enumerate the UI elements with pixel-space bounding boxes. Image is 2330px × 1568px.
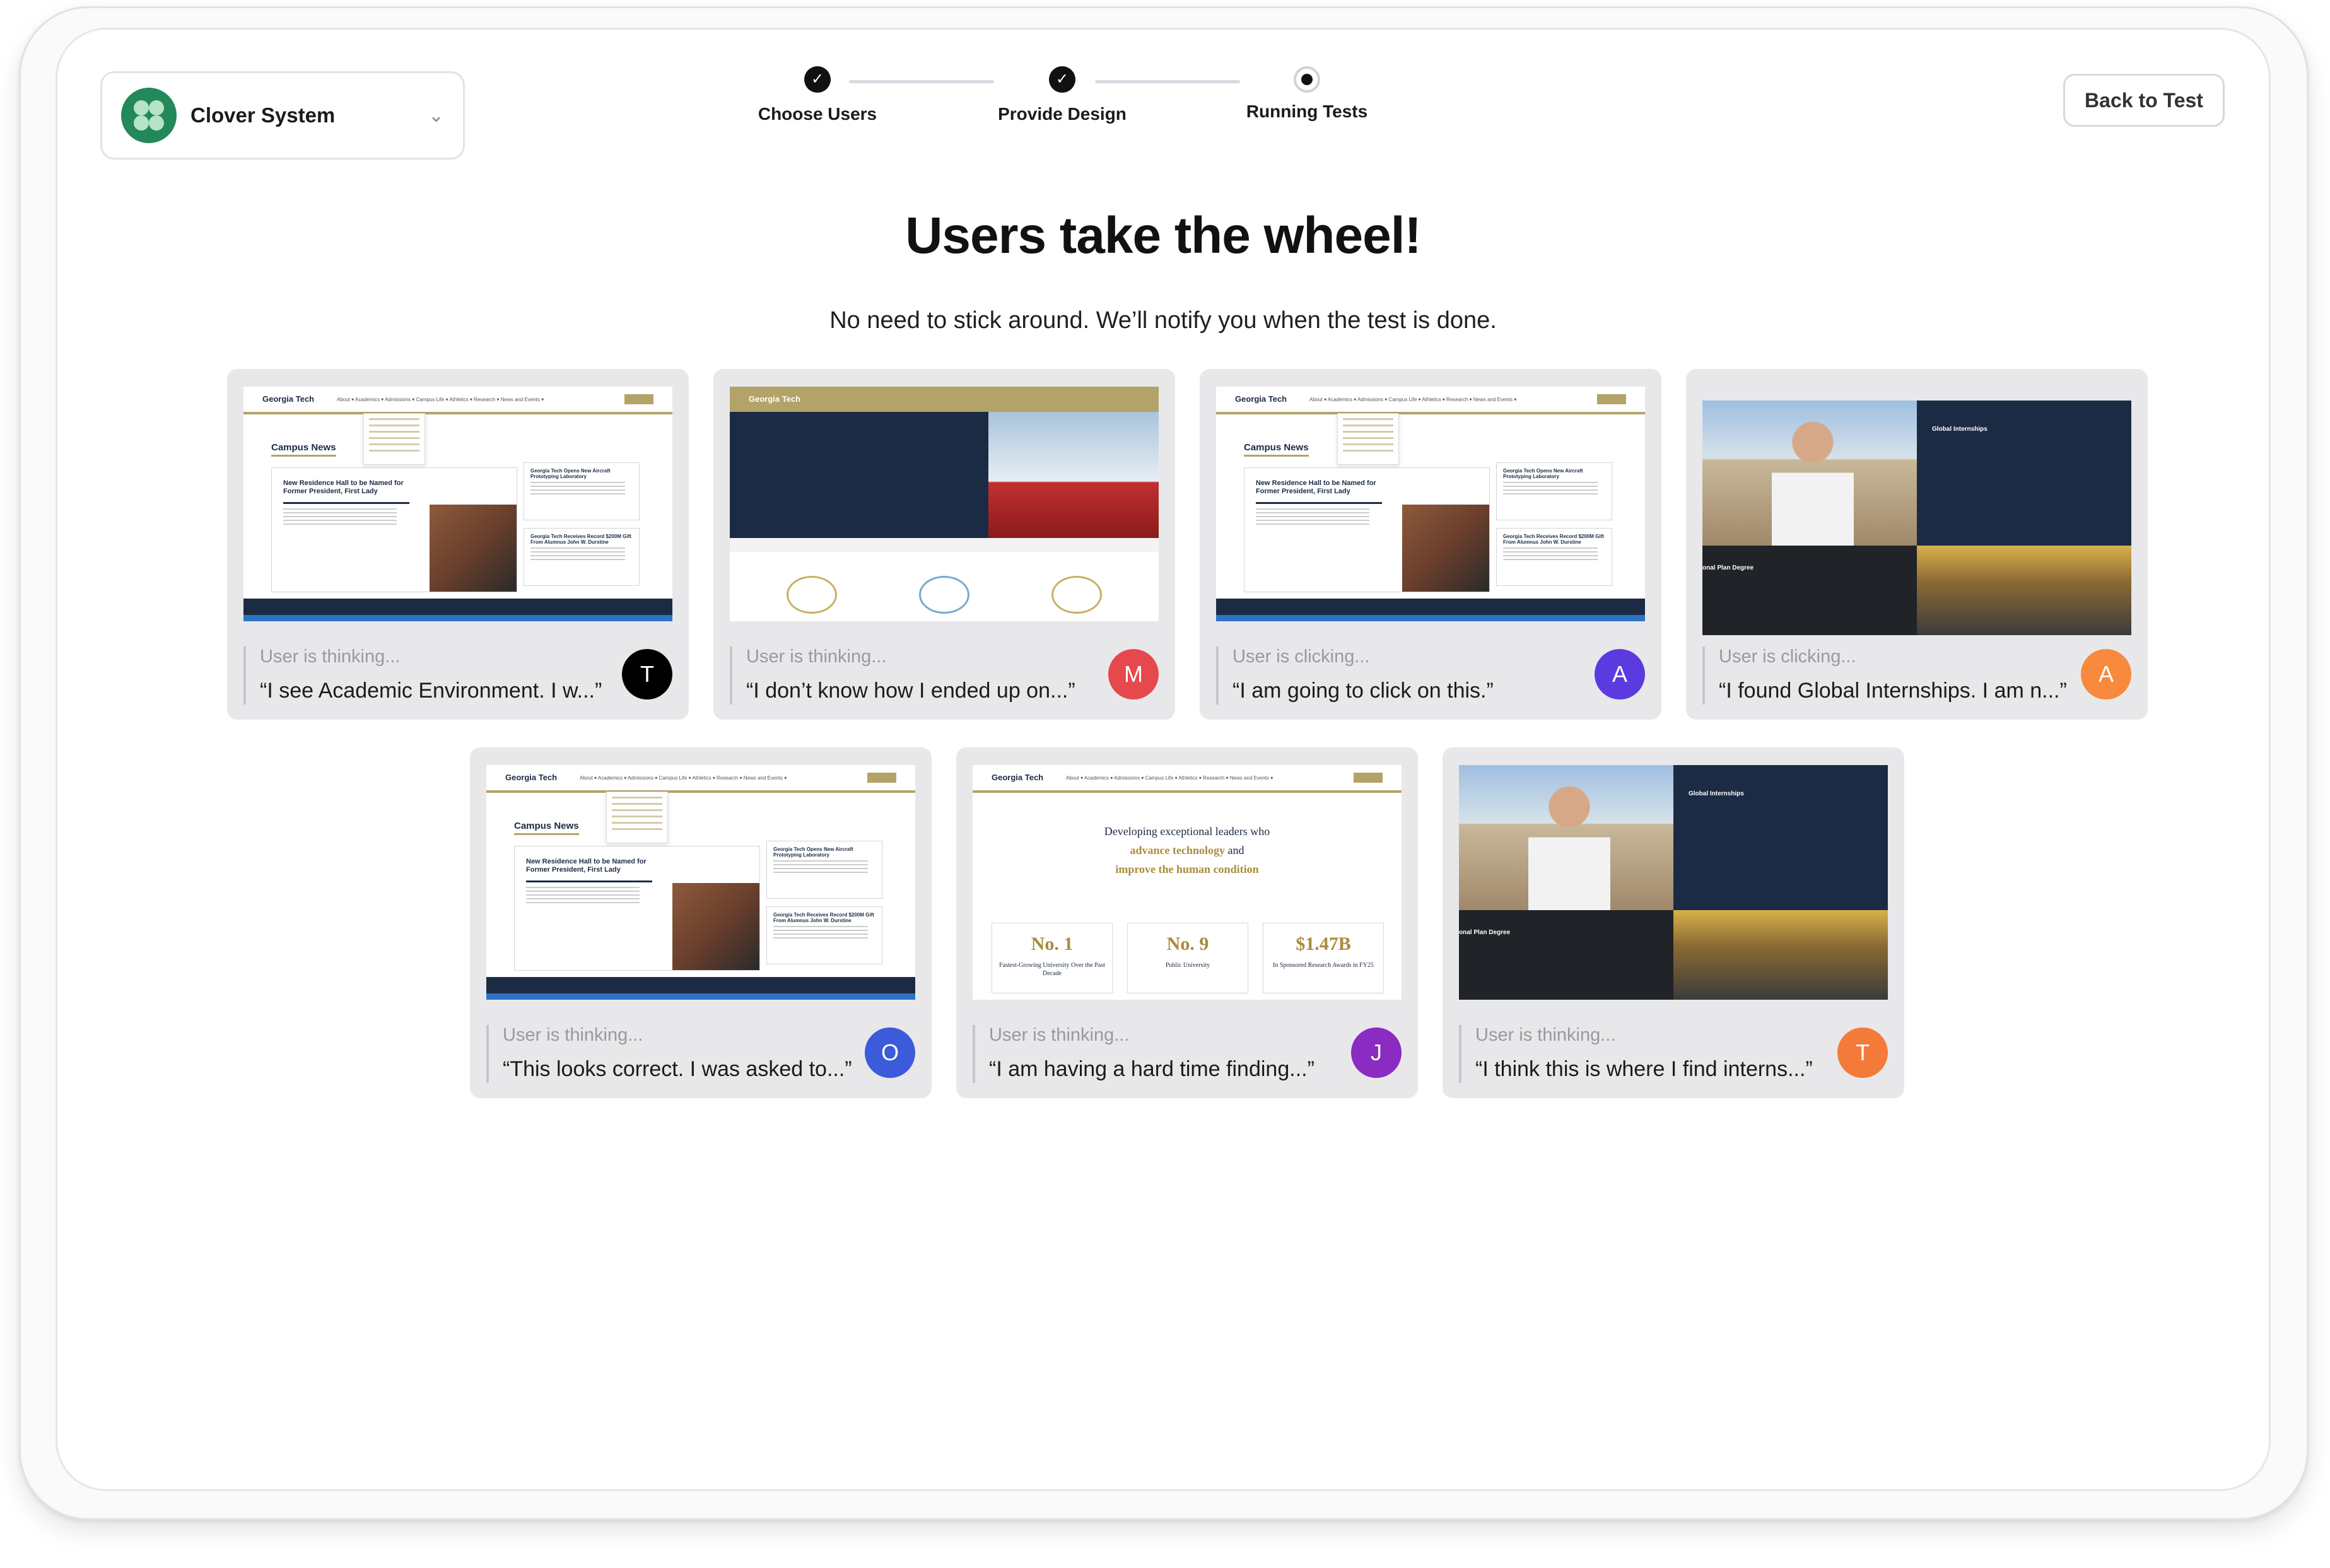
stat-label: Public University — [1165, 962, 1210, 969]
session-card[interactable]: Georgia Tech User is thinking... “I don’… — [713, 369, 1175, 720]
step-label: Running Tests — [1246, 102, 1368, 121]
tagline-line: and — [1225, 844, 1244, 857]
side-headline: Georgia Tech Opens New Aircraft Prototyp… — [1503, 468, 1583, 479]
page-subtitle: No need to stick around. We’ll notify yo… — [829, 307, 1497, 334]
session-screenshot: Georgia Tech About ▾ Academics ▾ Admissio… — [973, 765, 1402, 1000]
site-logo: Georgia Tech — [1235, 394, 1287, 404]
session-card[interactable]: Georgia Tech About ▾ Academics ▾ Admissio… — [470, 747, 932, 1098]
side-headline: Georgia Tech Receives Record $200M Gift … — [530, 534, 631, 545]
step-running-tests: Running Tests — [1225, 66, 1389, 122]
plan-degree-heading: onal Plan Degree — [1702, 565, 1754, 571]
status-text: User is clicking... — [1719, 647, 1856, 667]
stat-number: No. 1 — [1031, 933, 1074, 954]
workspace-name: Clover System — [190, 103, 336, 127]
check-icon: ✓ — [804, 66, 831, 93]
stat-label: In Sponsored Research Awards in FY25 — [1273, 962, 1374, 969]
page-title: Users take the wheel! — [905, 207, 1422, 264]
user-quote: “I think this is where I find interns...… — [1475, 1057, 1813, 1081]
avatar: A — [2081, 649, 2131, 699]
tagline-highlight: improve the human condition — [1115, 863, 1259, 875]
avatar: J — [1351, 1027, 1402, 1078]
site-logo: Georgia Tech — [505, 773, 558, 782]
user-quote: “This looks correct. I was asked to...” — [503, 1057, 852, 1081]
step-label: Provide Design — [998, 104, 1127, 124]
user-quote: “I am having a hard time finding...” — [989, 1057, 1314, 1081]
stat-number: No. 9 — [1166, 933, 1209, 954]
feature-headline: New Residence Hall to be Named for Forme… — [526, 858, 647, 874]
site-logo: Georgia Tech — [992, 773, 1044, 782]
avatar: T — [1837, 1027, 1888, 1078]
session-card[interactable]: Global Internships onal Plan Degree User… — [1443, 747, 1904, 1098]
stat-box: No. 1 Fastest-Growing University Over the… — [992, 923, 1113, 993]
workspace-selector[interactable]: Clover System ⌄ — [100, 71, 465, 160]
tagline-highlight: advance technology — [1130, 844, 1226, 857]
internships-heading: Global Internships — [1689, 790, 1744, 797]
clover-logo-icon — [121, 88, 177, 143]
status-text: User is thinking... — [260, 647, 401, 667]
stat-number: $1.47B — [1296, 933, 1351, 954]
session-status: User is clicking... “I found Global Inte… — [1702, 647, 2072, 705]
status-text: User is thinking... — [1475, 1025, 1616, 1045]
session-status: User is thinking... “This looks correct.… — [486, 1025, 856, 1083]
app-screen: Clover System ⌄ ✓ Choose Users ✓ Provide… — [56, 28, 2271, 1491]
back-to-test-button[interactable]: Back to Test — [2063, 74, 2225, 127]
check-icon: ✓ — [1049, 66, 1075, 93]
feature-headline: New Residence Hall to be Named for Forme… — [1256, 479, 1376, 495]
session-status: User is clicking... “I am going to click… — [1216, 647, 1586, 705]
plan-degree-heading: onal Plan Degree — [1459, 929, 1511, 936]
user-quote: “I don’t know how I ended up on...” — [746, 679, 1075, 703]
step-choose-users: ✓ Choose Users — [735, 66, 899, 124]
session-screenshot: Georgia Tech About ▾ Academics ▾ Admissio… — [243, 387, 672, 621]
site-logo: Georgia Tech — [749, 394, 801, 404]
session-screenshot: Georgia Tech About ▾ Academics ▾ Admissio… — [1216, 387, 1645, 621]
side-headline: Georgia Tech Opens New Aircraft Prototyp… — [530, 468, 611, 479]
status-text: User is thinking... — [989, 1025, 1130, 1045]
device-frame-inner: Clover System ⌄ ✓ Choose Users ✓ Provide… — [19, 6, 2309, 1520]
tagline-line: Developing exceptional leaders who — [1104, 825, 1270, 838]
section-title: Campus News — [514, 821, 579, 835]
chevron-down-icon: ⌄ — [428, 105, 444, 126]
session-status: User is thinking... “I think this is whe… — [1459, 1025, 1829, 1083]
session-card[interactable]: Georgia Tech About ▾ Academics ▾ Admissio… — [227, 369, 689, 720]
session-screenshot: Global Internships onal Plan Degree — [1459, 765, 1888, 1000]
session-status: User is thinking... “I am having a hard … — [973, 1025, 1342, 1083]
status-text: User is thinking... — [503, 1025, 643, 1045]
step-provide-design: ✓ Provide Design — [980, 66, 1144, 124]
user-quote: “I am going to click on this.” — [1232, 679, 1494, 703]
current-step-icon — [1294, 66, 1320, 93]
side-headline: Georgia Tech Receives Record $200M Gift … — [773, 912, 874, 923]
stat-box: $1.47B In Sponsored Research Awards in FY… — [1263, 923, 1384, 993]
feature-headline: New Residence Hall to be Named for Forme… — [283, 479, 404, 495]
avatar: T — [622, 649, 672, 699]
avatar: O — [865, 1027, 915, 1078]
session-screenshot: Global Internships onal Plan Degree — [1702, 401, 2131, 635]
user-quote: “I found Global Internships. I am n...” — [1719, 679, 2067, 703]
side-headline: Georgia Tech Receives Record $200M Gift … — [1503, 534, 1604, 545]
home-tagline: Developing exceptional leaders who advan… — [973, 822, 1402, 879]
session-card[interactable]: Georgia Tech About ▾ Academics ▾ Admissio… — [956, 747, 1418, 1098]
stat-label: Fastest-Growing University Over the Past… — [999, 962, 1105, 977]
avatar: A — [1595, 649, 1645, 699]
session-screenshot: Georgia Tech — [730, 387, 1159, 621]
session-status: User is thinking... “I see Academic Envi… — [243, 647, 613, 705]
status-text: User is clicking... — [1232, 647, 1370, 667]
step-label: Choose Users — [758, 104, 877, 124]
site-nav: About ▾ Academics ▾ Admissions ▾ Campus … — [337, 397, 544, 402]
internships-heading: Global Internships — [1932, 426, 1988, 433]
site-nav: About ▾ Academics ▾ Admissions ▾ Campus … — [580, 775, 787, 781]
avatar: M — [1108, 649, 1159, 699]
session-screenshot: Georgia Tech About ▾ Academics ▾ Admissio… — [486, 765, 915, 1000]
site-nav: About ▾ Academics ▾ Admissions ▾ Campus … — [1309, 397, 1517, 402]
status-text: User is thinking... — [746, 647, 887, 667]
session-card[interactable]: Georgia Tech About ▾ Academics ▾ Admissio… — [1200, 369, 1661, 720]
site-logo: Georgia Tech — [262, 394, 315, 404]
section-title: Campus News — [1244, 442, 1309, 457]
session-card[interactable]: Global Internships onal Plan Degree User… — [1686, 369, 2148, 720]
user-quote: “I see Academic Environment. I w...” — [260, 679, 602, 703]
session-status: User is thinking... “I don’t know how I … — [730, 647, 1099, 705]
site-nav: About ▾ Academics ▾ Admissions ▾ Campus … — [1066, 775, 1273, 781]
section-title: Campus News — [271, 442, 336, 457]
stat-box: No. 9 Public University — [1127, 923, 1248, 993]
side-headline: Georgia Tech Opens New Aircraft Prototyp… — [773, 846, 853, 858]
